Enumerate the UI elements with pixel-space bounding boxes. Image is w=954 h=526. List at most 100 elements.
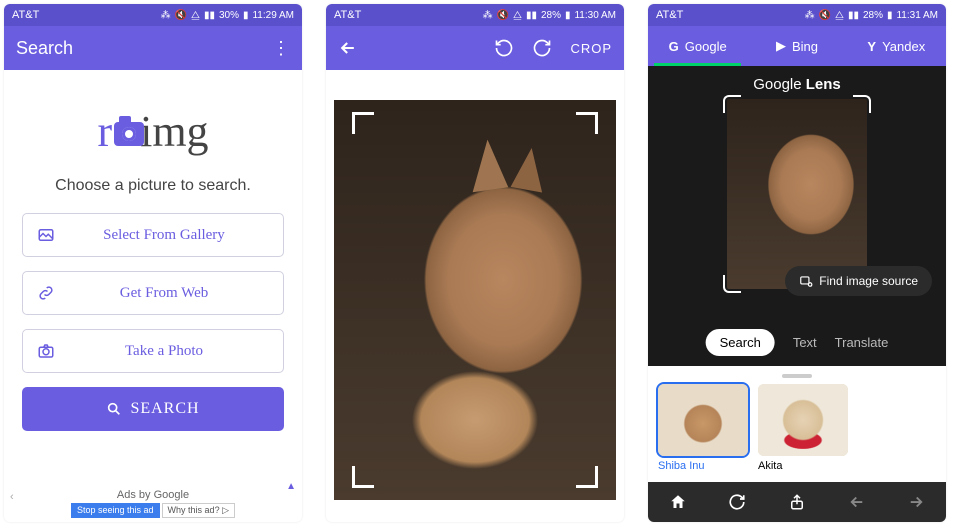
- ad-label: Ads by Google: [117, 489, 189, 501]
- photo-preview[interactable]: [334, 100, 616, 500]
- signal-icon: ▮▮: [526, 10, 537, 21]
- lens-frame-tl: [723, 95, 741, 113]
- battery-label: 28%: [863, 10, 883, 21]
- more-menu-icon[interactable]: ⋮: [272, 38, 290, 59]
- mute-icon: 🔇: [497, 10, 509, 21]
- crop-button[interactable]: CROP: [570, 41, 612, 56]
- mute-icon: 🔇: [175, 10, 187, 21]
- status-icons: ⁂ 🔇 ⧋ ▮▮ 28% ▮ 11:31 AM: [805, 10, 938, 21]
- rotate-left-icon[interactable]: [494, 38, 514, 58]
- status-bar: AT&T ⁂ 🔇 ⧋ ▮▮ 28% ▮ 11:31 AM: [648, 4, 946, 26]
- camera-icon: [114, 122, 144, 146]
- result-akita[interactable]: Akita: [758, 384, 848, 472]
- lens-title: Google Lens: [648, 66, 946, 99]
- crop-frame[interactable]: [352, 112, 598, 488]
- time-label: 11:31 AM: [896, 10, 938, 21]
- lens-tab-search[interactable]: Search: [706, 329, 775, 356]
- back-icon[interactable]: [338, 38, 358, 58]
- rotate-right-icon[interactable]: [532, 38, 552, 58]
- signal-icon: ▮▮: [848, 10, 859, 21]
- google-g-icon: G: [669, 39, 679, 54]
- phone-screen-1: AT&T ⁂ 🔇 ⧋ ▮▮ 30% ▮ 11:29 AM Search ⋮ r …: [4, 4, 302, 522]
- find-image-source-button[interactable]: Find image source: [785, 266, 932, 296]
- phone-screen-2: AT&T ⁂ 🔇 ⧋ ▮▮ 28% ▮ 11:30 AM CROP: [326, 4, 624, 522]
- phone-screen-3: AT&T ⁂ 🔇 ⧋ ▮▮ 28% ▮ 11:31 AM G Google ▶ …: [648, 4, 946, 522]
- bing-icon: ▶: [776, 38, 786, 54]
- battery-label: 30%: [219, 10, 239, 21]
- results-row: Shiba Inu Akita: [658, 384, 936, 472]
- share-icon[interactable]: [788, 493, 806, 511]
- crop-handle-br[interactable]: [576, 466, 598, 488]
- signal-icon: ▮▮: [204, 10, 215, 21]
- google-lens-panel: Google Lens Find image source Search Tex…: [648, 66, 946, 366]
- bluetooth-icon: ⁂: [483, 10, 493, 21]
- app-logo: r img: [22, 106, 284, 157]
- refresh-icon[interactable]: [728, 493, 746, 511]
- time-label: 11:29 AM: [252, 10, 294, 21]
- battery-icon: ▮: [887, 10, 893, 21]
- search-button[interactable]: SEARCH: [22, 387, 284, 431]
- ad-back-icon[interactable]: ‹: [10, 491, 14, 503]
- lens-frame-tr: [853, 95, 871, 113]
- main-content: r img Choose a picture to search. Select…: [4, 70, 302, 431]
- bluetooth-icon: ⁂: [805, 10, 815, 21]
- option-label: Select From Gallery: [59, 227, 269, 244]
- crop-content: [326, 70, 624, 500]
- app-bar: CROP: [326, 26, 624, 70]
- nav-back-icon[interactable]: [848, 493, 866, 511]
- carrier-label: AT&T: [334, 9, 361, 21]
- crop-handle-tl[interactable]: [352, 112, 374, 134]
- battery-label: 28%: [541, 10, 561, 21]
- search-image-icon: [799, 274, 813, 288]
- camera-icon: [37, 342, 59, 360]
- thumb-akita-icon: [758, 384, 848, 456]
- ad-banner: ‹ ▲ Ads by Google Stop seeing this ad Wh…: [4, 485, 302, 522]
- status-bar: AT&T ⁂ 🔇 ⧋ ▮▮ 28% ▮ 11:30 AM: [326, 4, 624, 26]
- results-sheet[interactable]: Shiba Inu Akita: [648, 366, 946, 482]
- home-icon[interactable]: [669, 493, 687, 511]
- option-label: Get From Web: [59, 285, 269, 302]
- carrier-label: AT&T: [12, 9, 39, 21]
- select-from-gallery-button[interactable]: Select From Gallery: [22, 213, 284, 257]
- tab-google[interactable]: G Google: [648, 26, 747, 66]
- battery-icon: ▮: [243, 10, 249, 21]
- search-button-label: SEARCH: [130, 400, 199, 418]
- wifi-icon: ⧋: [835, 10, 844, 21]
- photo-subject-dog: [727, 99, 867, 289]
- ad-why-button[interactable]: Why this ad? ▷: [162, 503, 235, 518]
- option-label: Take a Photo: [59, 343, 269, 360]
- status-icons: ⁂ 🔇 ⧋ ▮▮ 30% ▮ 11:29 AM: [161, 10, 294, 21]
- logo-text-mg: img: [140, 106, 208, 157]
- tab-yandex[interactable]: Y Yandex: [847, 26, 946, 66]
- lens-frame-bl: [723, 275, 741, 293]
- ad-stop-button[interactable]: Stop seeing this ad: [71, 503, 160, 518]
- time-label: 11:30 AM: [574, 10, 616, 21]
- logo-text-r: r: [97, 107, 112, 156]
- ad-collapse-icon[interactable]: ▲: [286, 481, 296, 492]
- status-icons: ⁂ 🔇 ⧋ ▮▮ 28% ▮ 11:30 AM: [483, 10, 616, 21]
- take-a-photo-button[interactable]: Take a Photo: [22, 329, 284, 373]
- lens-tab-text[interactable]: Text: [793, 335, 817, 350]
- get-from-web-button[interactable]: Get From Web: [22, 271, 284, 315]
- wifi-icon: ⧋: [513, 10, 522, 21]
- tab-bing[interactable]: ▶ Bing: [747, 26, 846, 66]
- app-bar: Search ⋮: [4, 26, 302, 70]
- lens-tab-translate[interactable]: Translate: [835, 335, 889, 350]
- prompt-text: Choose a picture to search.: [22, 177, 284, 195]
- bottom-nav-bar: [648, 482, 946, 522]
- result-shiba-inu[interactable]: Shiba Inu: [658, 384, 748, 472]
- lens-image-preview[interactable]: [727, 99, 867, 289]
- mute-icon: 🔇: [819, 10, 831, 21]
- crop-handle-tr[interactable]: [576, 112, 598, 134]
- sheet-drag-handle[interactable]: [782, 374, 812, 378]
- crop-handle-bl[interactable]: [352, 466, 374, 488]
- battery-icon: ▮: [565, 10, 571, 21]
- bluetooth-icon: ⁂: [161, 10, 171, 21]
- search-engine-tabs: G Google ▶ Bing Y Yandex: [648, 26, 946, 66]
- web-icon: [37, 284, 59, 302]
- thumb-shiba-icon: [658, 384, 748, 456]
- gallery-icon: [37, 226, 59, 244]
- lens-mode-tabs: Search Text Translate: [706, 329, 889, 356]
- nav-forward-icon[interactable]: [907, 493, 925, 511]
- page-title: Search: [16, 38, 73, 59]
